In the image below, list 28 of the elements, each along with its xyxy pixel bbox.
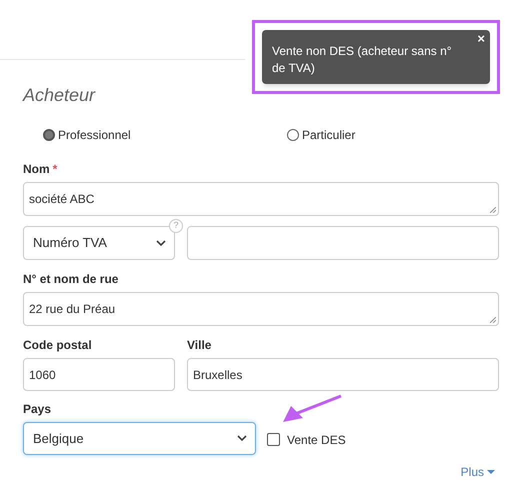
chevron-down-icon — [237, 435, 247, 442]
field-label: N° et nom de rue — [23, 271, 120, 288]
toast-message: Vente non DES (acheteur sans n° de TVA) — [272, 44, 452, 75]
radio-button[interactable] — [287, 129, 299, 141]
resize-grip-icon — [490, 317, 496, 323]
checkbox[interactable] — [267, 433, 280, 446]
name-field[interactable]: société ABC — [23, 182, 499, 216]
chevron-down-icon — [156, 240, 166, 246]
resize-grip-icon — [490, 207, 496, 213]
vat-number-field[interactable] — [187, 226, 499, 260]
street-field[interactable]: 22 rue du Préau — [23, 292, 499, 326]
checkbox-label: Vente DES — [287, 432, 346, 448]
caret-down-icon — [487, 470, 495, 474]
radio-label: Particulier — [302, 127, 356, 144]
section-title: Acheteur — [23, 84, 96, 106]
vat-type-select[interactable]: Numéro TVA — [23, 226, 175, 260]
postal-code-field[interactable]: 1060 — [23, 358, 175, 391]
radio-button[interactable] — [43, 129, 55, 141]
more-link[interactable]: Plus — [460, 463, 495, 481]
field-label: Nom — [23, 161, 50, 178]
required-mark: * — [52, 161, 58, 178]
radio-label: Professionnel — [58, 127, 131, 144]
field-label: Ville — [187, 337, 212, 354]
field-label: Code postal — [23, 337, 93, 354]
close-button[interactable]: × — [477, 32, 485, 45]
city-field[interactable]: Bruxelles — [187, 358, 499, 391]
country-select[interactable]: Belgique — [23, 422, 256, 455]
field-label: Pays — [23, 401, 52, 418]
